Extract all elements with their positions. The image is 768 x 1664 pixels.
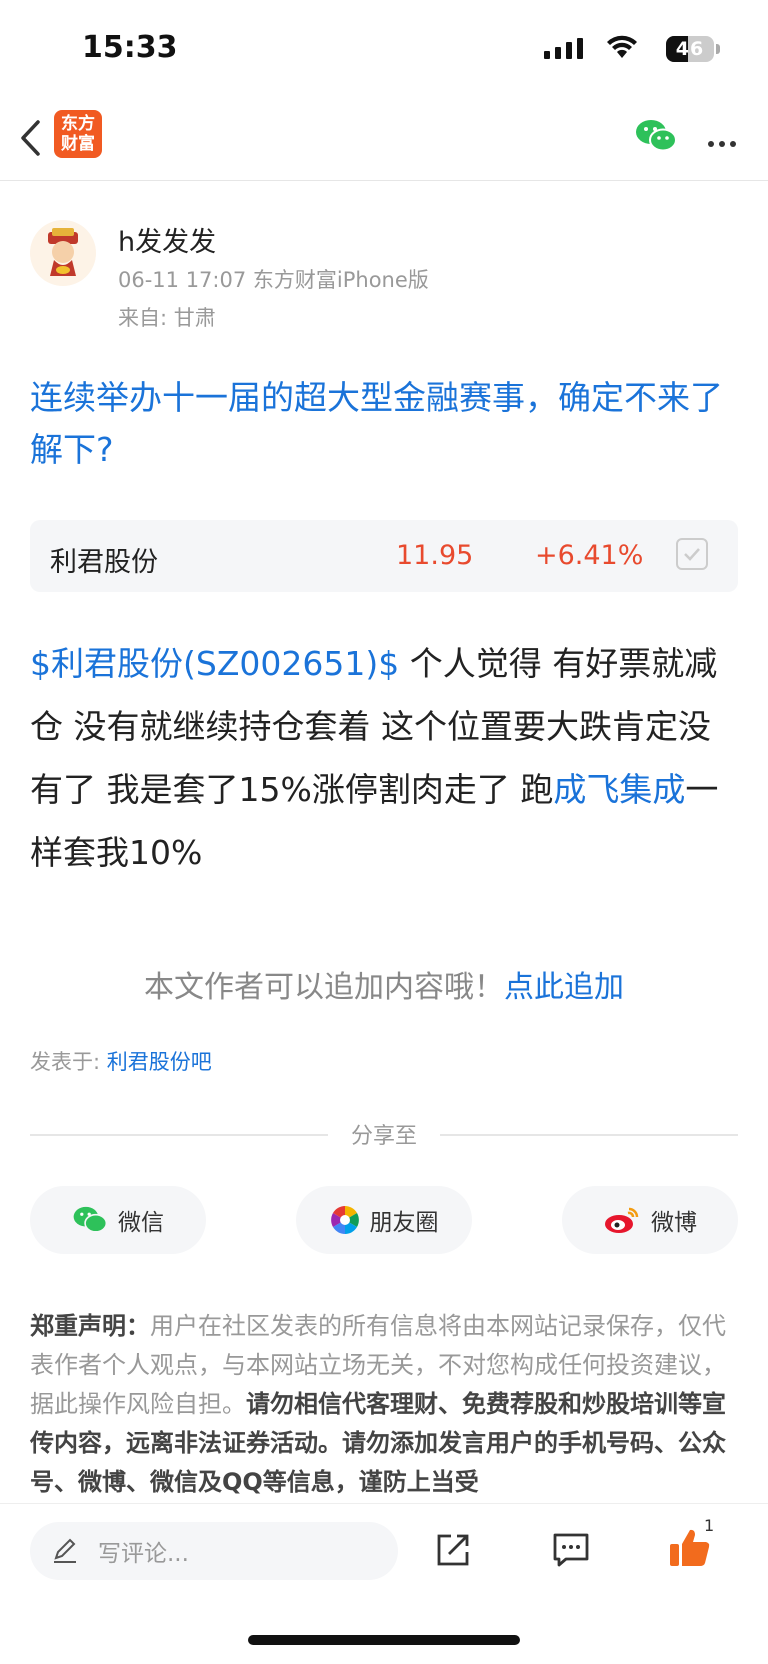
- wechat-share-icon[interactable]: [634, 118, 678, 154]
- posted-in-label: 发表于:: [30, 1050, 107, 1074]
- post-location: 来自: 甘肃: [118, 306, 216, 330]
- app-logo[interactable]: 东方 财富: [54, 110, 102, 158]
- comment-icon[interactable]: [552, 1532, 590, 1568]
- nav-header: 东方 财富: [0, 100, 768, 181]
- share-wechat-button[interactable]: 微信: [30, 1186, 206, 1254]
- posted-in: 发表于: 利君股份吧: [30, 1046, 212, 1076]
- wifi-icon: [607, 35, 637, 58]
- logo-text-2: 财富: [61, 134, 95, 154]
- comment-input[interactable]: 写评论...: [30, 1522, 398, 1580]
- weibo-icon: [605, 1207, 639, 1233]
- back-icon[interactable]: [18, 118, 42, 158]
- forum-link[interactable]: 利君股份吧: [107, 1050, 212, 1074]
- share-moments-label: 朋友圈: [369, 1210, 439, 1236]
- post-meta: 06-11 17:07 东方财富iPhone版: [118, 268, 429, 292]
- pen-icon: [54, 1538, 76, 1563]
- like-count: 1: [704, 1516, 715, 1535]
- post-body: $利君股份(SZ002651)$ 个人觉得 有好票就减仓 没有就继续持仓套着 这…: [30, 632, 740, 884]
- stock-link-2[interactable]: 成飞集成: [553, 770, 685, 809]
- stock-card[interactable]: 利君股份 11.95 +6.41%: [30, 520, 738, 592]
- cellular-signal-icon: [544, 38, 583, 59]
- status-time: 15:33: [82, 30, 178, 65]
- stock-price: 11.95: [396, 540, 474, 571]
- home-indicator: [248, 1635, 520, 1645]
- stock-link[interactable]: $利君股份(SZ002651)$: [30, 644, 399, 683]
- author-name[interactable]: h发发发: [118, 220, 216, 259]
- share-moments-button[interactable]: 朋友圈: [296, 1186, 472, 1254]
- logo-text-1: 东方: [61, 114, 95, 134]
- share-label: 分享至: [350, 1124, 417, 1149]
- append-link[interactable]: 点此追加: [504, 970, 624, 1005]
- avatar[interactable]: [30, 220, 96, 286]
- more-icon[interactable]: [708, 132, 741, 151]
- add-watchlist-checkbox[interactable]: [676, 538, 708, 570]
- stock-change: +6.41%: [535, 540, 644, 571]
- battery-icon: 46: [666, 36, 714, 62]
- stock-name: 利君股份: [50, 547, 158, 578]
- moments-icon: [330, 1206, 359, 1234]
- disclaimer: 郑重声明：用户在社区发表的所有信息将由本网站记录保存，仅代表作者个人观点，与本网…: [30, 1307, 740, 1502]
- share-weibo-label: 微博: [651, 1210, 697, 1236]
- share-icon[interactable]: [435, 1532, 471, 1568]
- share-weibo-button[interactable]: 微博: [562, 1186, 738, 1254]
- battery-tip: [716, 44, 720, 54]
- disclaimer-head: 郑重声明：: [30, 1312, 150, 1340]
- wechat-icon: [73, 1206, 108, 1233]
- append-prompt: 本文作者可以追加内容哦！: [144, 970, 504, 1005]
- battery-level: 46: [675, 38, 705, 60]
- share-wechat-label: 微信: [118, 1210, 164, 1236]
- check-icon: [684, 548, 700, 561]
- append-prompt-row: 本文作者可以追加内容哦！点此追加: [0, 962, 768, 1006]
- comment-placeholder: 写评论...: [98, 1541, 189, 1567]
- post-title[interactable]: 连续举办十一届的超大型金融赛事，确定不来了解下?: [30, 372, 740, 476]
